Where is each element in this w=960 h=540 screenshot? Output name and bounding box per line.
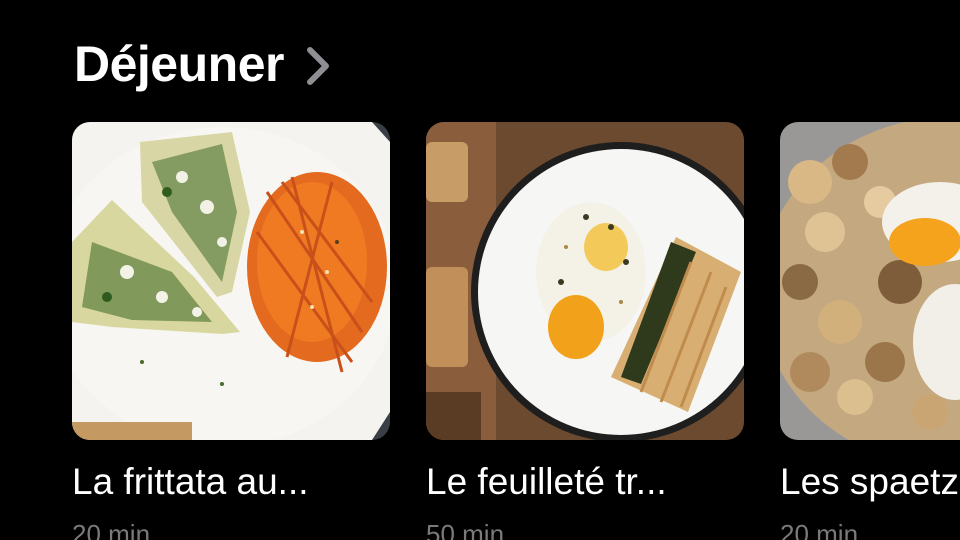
recipe-title: Les spaetzle — [780, 461, 960, 502]
recipe-card-frittata[interactable]: La frittata au... 20 min — [72, 122, 390, 540]
recipe-image — [426, 122, 744, 440]
recipe-title: Le feuilleté tr... — [426, 461, 667, 502]
recipe-image — [72, 122, 390, 440]
spaetzle-mushroom-egg-photo — [780, 122, 960, 440]
recipe-carousel[interactable]: La frittata au... 20 min Le feuilleté tr… — [0, 122, 960, 540]
recipe-card-spaetzle[interactable]: Les spaetzle 20 min — [780, 122, 960, 540]
section-title: Déjeuner — [74, 36, 284, 92]
recipe-card-feuillete[interactable]: Le feuilleté tr... 50 min — [426, 122, 744, 540]
recipe-title: La frittata au... — [72, 461, 309, 502]
recipe-duration: 50 min — [426, 519, 505, 540]
recipe-duration: 20 min — [72, 519, 151, 540]
recipe-image — [780, 122, 960, 440]
puff-pastry-poached-egg-photo — [426, 122, 744, 440]
section-header-dejeuner[interactable]: Déjeuner — [74, 34, 332, 94]
recipe-duration: 20 min — [780, 519, 859, 540]
chevron-right-icon — [306, 47, 329, 85]
frittata-carrot-salad-photo — [72, 122, 390, 440]
